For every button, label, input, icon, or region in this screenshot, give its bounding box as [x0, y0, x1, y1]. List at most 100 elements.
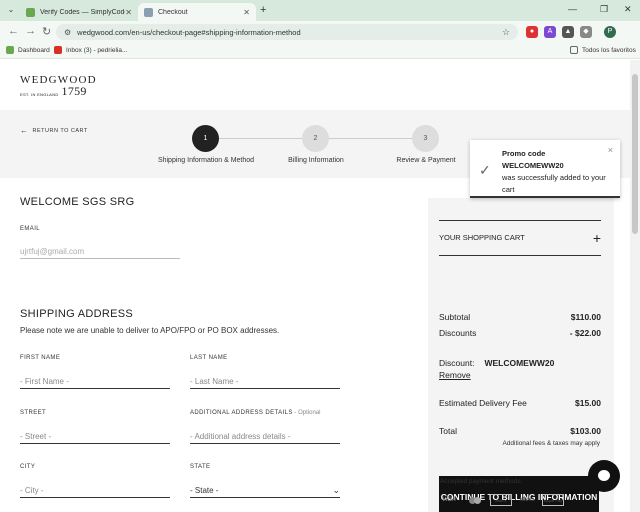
wedgwood-logo[interactable]: WEDGWOOD EST. IN ENGLAND 1759	[20, 74, 96, 98]
tab-verify-codes[interactable]: Verify Codes — SimplyCodes ✕	[20, 3, 138, 21]
delivery-label: Estimated Delivery Fee	[439, 398, 527, 408]
visa-icon: VISA	[441, 497, 456, 503]
bookmark-star-icon[interactable]: ☆	[502, 27, 510, 38]
address-bar[interactable]: ⚙ wedgwood.com/en-us/checkout-page#shipp…	[56, 24, 518, 40]
return-to-cart-label: RETURN TO CART	[32, 127, 88, 134]
subtotal-value: $110.00	[570, 312, 601, 322]
amex-icon: AMEX	[490, 494, 512, 506]
state-label: STATE	[190, 464, 211, 470]
toast-message: was successfully added to your cart	[502, 173, 606, 194]
url-text: wedgwood.com/en-us/checkout-page#shippin…	[77, 27, 301, 37]
logo-year: 1759	[61, 84, 87, 98]
email-field[interactable]: ujrtfuj@gmail.com	[20, 244, 180, 259]
tab-checkout[interactable]: Checkout ✕	[138, 3, 256, 21]
extension-icon[interactable]: ▲	[562, 26, 574, 38]
bookmark-dashboard[interactable]: Dashboard	[6, 46, 50, 54]
discount-label: Discount:	[439, 358, 475, 368]
klarna-icon: Klarna	[519, 497, 535, 503]
bookmark-label: Todos los favoritos	[582, 46, 636, 54]
bookmark-label: Dashboard	[18, 46, 50, 54]
shipping-note: Please note we are unable to deliver to …	[20, 326, 280, 335]
first-name-label: FIRST NAME	[20, 355, 61, 361]
step-3-circle: 3	[412, 125, 439, 152]
arrow-left-icon: ←	[20, 126, 29, 135]
scrollbar-thumb[interactable]	[632, 74, 638, 234]
payment-methods-label: Accepted payment methods:	[440, 478, 523, 485]
check-icon: ✓	[479, 162, 491, 178]
toast-title: Promo code	[502, 149, 546, 158]
welcome-heading: WELCOME SGS SRG	[20, 196, 135, 208]
city-label: CITY	[20, 464, 36, 470]
city-input[interactable]: - City -	[20, 483, 170, 498]
total-value: $103.00	[570, 426, 601, 436]
minimize-icon[interactable]: —	[568, 4, 577, 14]
mastercard-icon	[464, 494, 486, 506]
bookmark-all-favorites[interactable]: Todos los favoritos	[570, 46, 636, 54]
page-favicon-icon	[144, 7, 153, 17]
close-icon[interactable]: ✕	[125, 8, 132, 17]
last-name-input[interactable]: - Last Name -	[190, 374, 340, 389]
gmail-icon	[54, 46, 62, 54]
address-details-label-text: ADDITIONAL ADDRESS DETAILS	[190, 410, 293, 416]
promo-toast: ✓ × Promo code WELCOMEWW20 was successfu…	[470, 140, 620, 198]
tab-strip: ⌄ Verify Codes — SimplyCodes ✕ Checkout …	[0, 0, 640, 21]
tab-search-icon[interactable]: ⌄	[6, 5, 16, 15]
discounts-row: Discounts - $22.00	[439, 328, 601, 338]
folder-icon	[570, 46, 578, 54]
last-name-label: LAST NAME	[190, 355, 228, 361]
address-details-input[interactable]: - Additional address details -	[190, 429, 340, 444]
shopping-cart-panel: YOUR SHOPPING CART + Subtotal $110.00 Disc…	[428, 198, 614, 512]
discount-code-row: Discount: WELCOMEWW20	[439, 358, 554, 368]
discounts-value: - $22.00	[569, 328, 601, 338]
tab-title: Checkout	[158, 8, 188, 16]
back-icon[interactable]: ←	[8, 25, 19, 37]
step-2-label: Billing Information	[288, 157, 344, 164]
delivery-fee-row: Estimated Delivery Fee $15.00	[439, 398, 601, 408]
profile-avatar[interactable]: P	[604, 26, 616, 38]
step-2-circle: 2	[302, 125, 329, 152]
bookmark-inbox[interactable]: Inbox (3) - pedrielia...	[54, 46, 127, 54]
extension-icon[interactable]: ●	[526, 26, 538, 38]
step-1-circle: 1	[192, 125, 219, 152]
address-details-label: ADDITIONAL ADDRESS DETAILS - Optional	[190, 410, 320, 416]
subtotal-label: Subtotal	[439, 312, 471, 322]
step-3-label: Review & Payment	[396, 157, 456, 164]
state-select-value: - State -	[190, 485, 219, 495]
cart-header[interactable]: YOUR SHOPPING CART +	[439, 220, 601, 256]
street-label: STREET	[20, 410, 47, 416]
simplycodes-favicon-icon	[26, 7, 35, 17]
checkout-page: WEDGWOOD EST. IN ENGLAND 1759 ← RETURN TO…	[0, 60, 630, 512]
page-scrollbar[interactable]	[630, 60, 640, 512]
logo-established: EST. IN ENGLAND	[20, 92, 59, 97]
optional-tag: - Optional	[292, 410, 321, 416]
fees-note: Additional fees & taxes may apply	[502, 440, 600, 447]
bookmark-label: Inbox (3) - pedrielia...	[66, 46, 128, 54]
return-to-cart-link[interactable]: ← RETURN TO CART	[20, 126, 88, 135]
expand-plus-icon[interactable]: +	[593, 230, 601, 246]
total-row: Total $103.00	[439, 426, 601, 436]
apple-pay-icon: Apple Pay	[542, 494, 564, 506]
forward-icon[interactable]: →	[25, 25, 36, 37]
close-icon[interactable]: ✕	[243, 8, 250, 17]
restore-icon[interactable]: ❐	[600, 4, 608, 15]
shipping-address-heading: SHIPPING ADDRESS	[20, 308, 133, 320]
first-name-input[interactable]: - First Name -	[20, 374, 170, 389]
state-select[interactable]: - State - ⌄	[190, 483, 340, 498]
street-input[interactable]: - Street -	[20, 429, 170, 444]
chat-launcher-icon[interactable]	[588, 460, 620, 492]
site-info-icon[interactable]: ⚙	[64, 28, 71, 37]
discount-code: WELCOMEWW20	[484, 358, 555, 368]
cart-title: YOUR SHOPPING CART	[439, 233, 525, 242]
window-close-icon[interactable]: ✕	[624, 4, 632, 15]
tab-title: Verify Codes — SimplyCodes	[40, 8, 126, 16]
extensions-puzzle-icon[interactable]: ◆	[580, 26, 592, 38]
new-tab-icon[interactable]: +	[260, 4, 266, 16]
bookmarks-bar: Dashboard Inbox (3) - pedrielia... Todos…	[0, 42, 640, 59]
discounts-label: Discounts	[439, 328, 477, 338]
step-1-label: Shipping Information & Method	[157, 157, 255, 164]
remove-discount-link[interactable]: Remove	[439, 370, 471, 380]
delivery-value: $15.00	[575, 398, 601, 408]
close-icon[interactable]: ×	[608, 144, 613, 156]
extension-icon[interactable]: A	[544, 26, 556, 38]
reload-icon[interactable]: ↻	[42, 25, 51, 38]
